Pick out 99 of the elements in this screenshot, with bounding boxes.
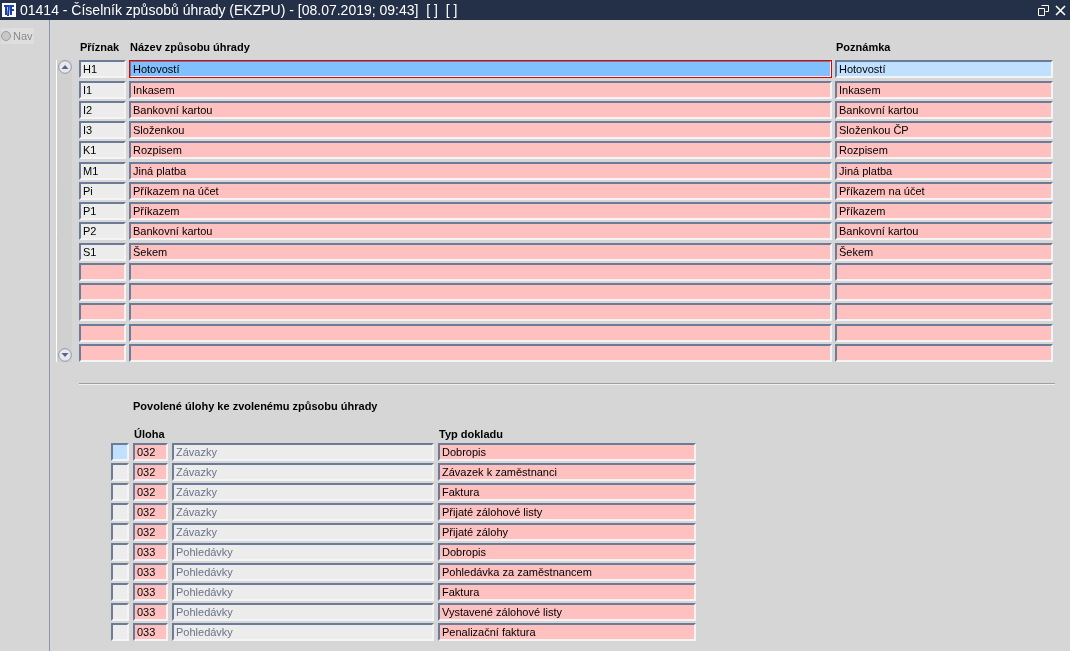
name-field[interactable]: Inkasem [129, 80, 832, 99]
task-code-field[interactable]: 033 [133, 583, 168, 601]
row-selector[interactable] [111, 503, 129, 521]
code-field[interactable]: S1 [79, 242, 126, 261]
note-field[interactable] [835, 343, 1053, 362]
task-code-field[interactable]: 032 [133, 483, 168, 501]
document-type-field[interactable]: Faktura [438, 483, 696, 501]
name-field[interactable] [129, 283, 832, 301]
row-selector[interactable] [111, 543, 129, 561]
code-field[interactable]: K1 [79, 141, 126, 160]
code-field[interactable]: Pi [79, 181, 126, 200]
name-field[interactable] [129, 303, 832, 322]
window-title: 01414 - Číselník způsobů úhrady (EKZPU) - [08.07.2019; 09:43] [ ] [ ] [20, 2, 459, 18]
note-field[interactable] [835, 262, 1053, 281]
name-field[interactable]: Příkazem na účet [129, 181, 832, 200]
task-name-field: Závazky [172, 523, 434, 541]
row-selector[interactable] [111, 463, 129, 481]
column-header: Název způsobu úhrady [129, 41, 251, 55]
column-header: Úloha [133, 428, 166, 441]
task-name-field: Závazky [172, 503, 434, 521]
row-selector[interactable] [111, 603, 129, 621]
scroll-bar[interactable] [56, 60, 72, 362]
document-type-field[interactable]: Přijaté zálohové listy [438, 503, 696, 521]
close-icon[interactable] [1055, 4, 1066, 16]
note-field[interactable] [835, 303, 1053, 322]
name-field[interactable] [129, 262, 832, 281]
row-selector[interactable] [111, 563, 129, 581]
task-name-field: Pohledávky [172, 623, 434, 641]
name-field[interactable]: Hotovostí [129, 60, 832, 79]
name-field[interactable]: Složenkou [129, 121, 832, 139]
column-header: Příznak [79, 41, 121, 55]
name-field[interactable] [129, 323, 832, 342]
note-field[interactable]: Bankovní kartou [835, 222, 1053, 241]
note-field[interactable]: Jiná platba [835, 161, 1053, 180]
row-selector[interactable] [111, 483, 129, 501]
document-type-field[interactable]: Pohledávka za zaměstnancem [438, 563, 696, 581]
row-selector[interactable] [111, 523, 129, 541]
task-name-field: Závazky [172, 443, 434, 461]
task-name-field: Pohledávky [172, 543, 434, 561]
task-name-field: Pohledávky [172, 563, 434, 581]
document-type-field[interactable]: Závazek k zaměstnanci [438, 463, 696, 481]
task-code-field[interactable]: 032 [133, 503, 168, 521]
code-field[interactable]: I2 [79, 100, 126, 119]
code-field[interactable]: I1 [79, 80, 126, 99]
note-field[interactable]: Příkazem [835, 202, 1053, 220]
section-title: Povolené úlohy ke zvolenému způsobu úhrady [133, 400, 379, 414]
scroll-down-icon[interactable] [57, 348, 72, 362]
note-field[interactable]: Inkasem [835, 80, 1053, 99]
note-field[interactable]: Rozpisem [835, 141, 1053, 160]
code-field[interactable] [79, 343, 126, 362]
code-field[interactable]: I3 [79, 121, 126, 139]
code-field[interactable]: M1 [79, 161, 126, 180]
restore-icon[interactable] [1038, 4, 1049, 16]
code-field[interactable] [79, 262, 126, 281]
code-field[interactable]: H1 [79, 60, 126, 79]
task-name-field: Pohledávky [172, 603, 434, 621]
task-code-field[interactable]: 033 [133, 543, 168, 561]
task-name-field: Závazky [172, 463, 434, 481]
row-selector[interactable] [111, 583, 129, 601]
app-logo-icon [2, 3, 16, 17]
name-field[interactable]: Bankovní kartou [129, 100, 832, 119]
name-field[interactable]: Příkazem [129, 202, 832, 220]
task-name-field: Závazky [172, 483, 434, 501]
code-field[interactable]: P1 [79, 202, 126, 220]
scroll-up-icon[interactable] [57, 60, 72, 74]
note-field[interactable]: Příkazem na účet [835, 181, 1053, 200]
name-field[interactable]: Šekem [129, 242, 832, 261]
note-field[interactable]: Hotovostí [835, 60, 1053, 79]
task-code-field[interactable]: 032 [133, 443, 168, 461]
task-name-field: Pohledávky [172, 583, 434, 601]
task-code-field[interactable]: 033 [133, 623, 168, 641]
code-field[interactable] [79, 283, 126, 301]
task-code-field[interactable]: 032 [133, 523, 168, 541]
task-code-field[interactable]: 033 [133, 603, 168, 621]
task-code-field[interactable]: 033 [133, 563, 168, 581]
document-type-field[interactable]: Faktura [438, 583, 696, 601]
column-header: Typ dokladu [438, 428, 504, 441]
name-field[interactable]: Jiná platba [129, 161, 832, 180]
name-field[interactable]: Rozpisem [129, 141, 832, 160]
column-header: Poznámka [835, 41, 892, 55]
note-field[interactable]: Šekem [835, 242, 1053, 261]
row-selector[interactable] [111, 623, 129, 641]
code-field[interactable] [79, 303, 126, 322]
grip-icon [57, 181, 66, 241]
document-type-field[interactable]: Přijaté zálohy [438, 523, 696, 541]
name-field[interactable]: Bankovní kartou [129, 222, 832, 241]
task-code-field[interactable]: 032 [133, 463, 168, 481]
row-selector[interactable] [111, 443, 129, 461]
document-type-field[interactable]: Dobropis [438, 443, 696, 461]
note-field[interactable] [835, 323, 1053, 342]
document-type-field[interactable]: Penalizační faktura [438, 623, 696, 641]
code-field[interactable] [79, 323, 126, 342]
note-field[interactable]: Složenkou ČP [835, 121, 1053, 139]
note-field[interactable]: Bankovní kartou [835, 100, 1053, 119]
document-type-field[interactable]: Vystavené zálohové listy [438, 603, 696, 621]
code-field[interactable]: P2 [79, 222, 126, 241]
note-field[interactable] [835, 283, 1053, 301]
document-type-field[interactable]: Dobropis [438, 543, 696, 561]
name-field[interactable] [129, 343, 832, 362]
